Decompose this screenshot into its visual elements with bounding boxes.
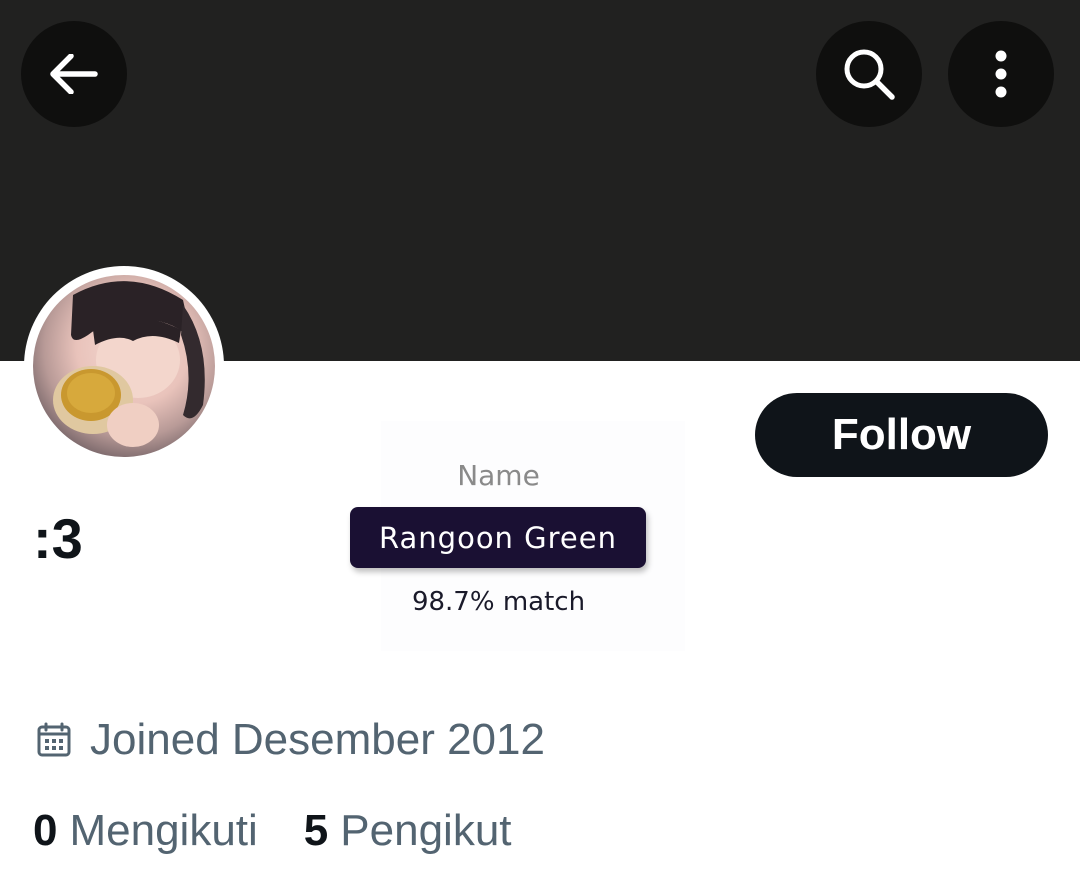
arrow-left-icon [50, 54, 98, 94]
joined-date: Joined Desember 2012 [36, 715, 545, 765]
follow-stats: 0 Mengikuti 5 Pengikut [33, 806, 558, 856]
followers-link[interactable]: 5 Pengikut [304, 806, 512, 856]
following-link[interactable]: 0 Mengikuti [33, 806, 258, 856]
name-match-label: Name [457, 459, 540, 492]
name-match-card: Name Rangoon Green 98.7% match [350, 421, 685, 651]
joined-text: Joined Desember 2012 [90, 715, 545, 764]
following-label: Mengikuti [69, 806, 258, 855]
profile-page: Follow :3 Name Rangoon Green 98.7% match… [0, 0, 1080, 886]
back-button[interactable] [21, 21, 127, 127]
followers-label: Pengikut [340, 806, 512, 855]
avatar[interactable] [33, 275, 215, 457]
calendar-icon [36, 722, 72, 758]
follow-button[interactable]: Follow [755, 393, 1048, 477]
display-name: :3 [33, 507, 83, 570]
more-options-button[interactable] [948, 21, 1054, 127]
search-button[interactable] [816, 21, 922, 127]
name-match-score: 98.7% match [411, 587, 586, 617]
followers-count: 5 [303, 806, 329, 855]
more-vertical-icon [995, 50, 1007, 98]
avatar-photo [53, 281, 205, 447]
following-count: 0 [33, 806, 58, 855]
search-icon [844, 49, 895, 100]
name-match-color-name: Rangoon Green [350, 507, 646, 568]
